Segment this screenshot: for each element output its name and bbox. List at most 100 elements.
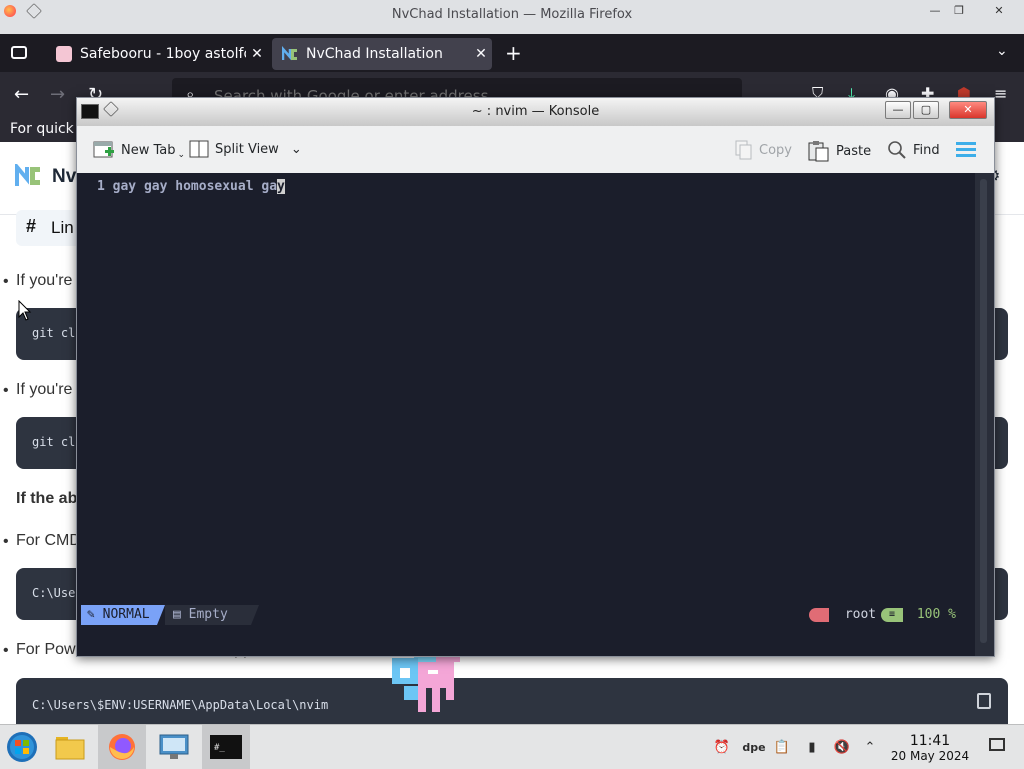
mode-label: NORMAL <box>102 607 150 622</box>
konsole-minimize-button[interactable]: — <box>885 101 911 119</box>
battery-icon[interactable]: ▮ <box>802 737 822 757</box>
buffer-text: gay gay homosexual ga <box>112 179 278 194</box>
editor-line-1[interactable]: 1 gay gay homosexual gay <box>97 179 285 194</box>
code-text: C:\Users\$ENV:USERNAME\AppData\Local\nvi… <box>32 698 329 712</box>
brand-text: Nv <box>52 166 77 187</box>
find-button[interactable]: Find <box>887 140 940 160</box>
bullet-dot: • <box>3 273 9 290</box>
new-tab-label: New Tab <box>121 142 176 158</box>
mouse-cursor-icon <box>18 300 32 321</box>
taskbar: #_ ⏰ dpe 📋 ▮ 🔇 ⌃ 11:41 20 May 2024 <box>0 724 1024 769</box>
terminal-scrollbar[interactable] <box>975 173 994 656</box>
code-text: git cl <box>32 435 76 449</box>
vim-mode-icon: ✎ <box>87 607 95 622</box>
back-arrow-icon[interactable]: ← <box>14 84 29 105</box>
tab-nvchad-label: NvChad Installation <box>306 46 443 62</box>
user-icon <box>809 607 829 622</box>
find-label: Find <box>913 142 940 158</box>
dropdown-chevron-icon: ⌄ <box>177 150 186 160</box>
notifications-bell-icon[interactable]: ⏰ <box>712 737 732 757</box>
user-indicator: root <box>809 605 879 625</box>
bullet-dot: • <box>3 382 9 399</box>
show-desktop-icon[interactable] <box>989 738 1005 751</box>
firefox-minimize-button[interactable]: — <box>924 4 946 18</box>
konsole-titlebar[interactable]: ~ : nvim — Konsole — ▢ ✕ <box>77 98 994 127</box>
konsole-window-title: ~ : nvim — Konsole <box>471 104 600 119</box>
start-menu-button[interactable] <box>2 729 42 765</box>
text-cursor: y <box>277 179 285 194</box>
position-indicator: ≡ 100 % <box>881 605 961 625</box>
tab-safebooru[interactable]: Safebooru - 1boy astolfo ✕ <box>46 38 268 70</box>
clock-date: 20 May 2024 <box>890 749 970 763</box>
new-tab-icon <box>93 141 114 158</box>
magnifier-icon <box>888 141 906 159</box>
bullet-dot: • <box>3 642 9 659</box>
konsole-close-button[interactable]: ✕ <box>949 101 987 119</box>
scrollbar-thumb[interactable] <box>980 179 987 643</box>
code-text: C:\Use <box>32 586 76 600</box>
hamburger-menu-icon[interactable] <box>956 142 976 158</box>
hash-icon: # <box>26 216 37 236</box>
paste-label: Paste <box>836 143 872 159</box>
paste-button[interactable]: Paste <box>808 140 871 162</box>
mode-indicator: ✎ NORMAL <box>81 605 157 625</box>
copy-clipboard-icon[interactable] <box>977 693 991 709</box>
section-heading: Lin <box>51 218 74 237</box>
input-method-icon[interactable]: dpe <box>742 737 766 757</box>
code-block[interactable]: C:\Users\$ENV:USERNAME\AppData\Local\nvi… <box>16 678 1008 724</box>
clock-time: 11:41 <box>909 733 951 749</box>
firefox-maximize-button[interactable]: ❐ <box>948 4 970 18</box>
code-text: git cl <box>32 326 76 340</box>
bold-instruction-text: If the ab <box>16 490 78 507</box>
tab-close-icon[interactable]: ✕ <box>470 46 492 62</box>
bullet-dot: • <box>3 533 9 550</box>
forward-arrow-icon[interactable]: → <box>50 84 65 105</box>
file-name: Empty <box>188 607 228 622</box>
new-tab-button[interactable]: New Tab ⌄ <box>93 140 185 160</box>
new-tab-plus-icon[interactable]: + <box>505 41 522 65</box>
split-view-label: Split View <box>215 141 279 157</box>
file-icon: ▤ <box>173 607 181 622</box>
konsole-window[interactable]: ~ : nvim — Konsole — ▢ ✕ New Tab ⌄ Split… <box>76 97 995 657</box>
tab-nvchad-installation[interactable]: NvChad Installation ✕ <box>272 38 492 70</box>
terminal-area[interactable]: 1 gay gay homosexual gay ✎ NORMAL ▤ Empt… <box>77 173 975 656</box>
konsole-toolbar: New Tab ⌄ Split View ⌄ Copy Paste Find <box>77 126 994 174</box>
instruction-text: If you're <box>16 272 73 289</box>
copy-button[interactable]: Copy <box>735 140 792 160</box>
start-orb-icon <box>7 732 37 762</box>
instruction-text: For CMD <box>16 532 81 549</box>
split-view-icon <box>189 140 209 158</box>
bookmarks-hint-text: For quick <box>10 121 74 137</box>
firefox-close-button[interactable]: ✕ <box>988 4 1010 18</box>
folder-icon <box>55 737 85 760</box>
firefox-icon <box>109 734 135 760</box>
safebooru-favicon <box>56 46 72 62</box>
instruction-text: If you're <box>16 381 73 398</box>
tray-expand-chevron-icon[interactable]: ⌃ <box>860 737 880 757</box>
split-view-button[interactable]: Split View ⌄ <box>189 140 302 158</box>
terminal-icon: #_ <box>210 735 242 759</box>
file-manager-button[interactable] <box>50 729 90 765</box>
copy-icon <box>735 140 752 160</box>
nvchad-logo-icon[interactable] <box>15 161 41 193</box>
volume-muted-icon[interactable]: 🔇 <box>832 737 852 757</box>
svg-text:#_: #_ <box>214 743 225 753</box>
konsole-taskbar-button[interactable]: #_ <box>202 725 250 769</box>
tab-close-icon[interactable]: ✕ <box>246 46 268 62</box>
user-name: root <box>844 607 877 622</box>
system-settings-button[interactable] <box>154 729 194 765</box>
firefox-taskbar-button[interactable] <box>98 725 146 769</box>
monitor-settings-icon <box>159 734 189 759</box>
menu-icon[interactable]: ≡ <box>994 84 1007 103</box>
firefox-tabbar: Safebooru - 1boy astolfo ✕ NvChad Instal… <box>0 34 1024 72</box>
firefox-titlebar: NvChad Installation — Mozilla Firefox — … <box>0 0 1024 34</box>
line-number: 1 <box>97 179 105 194</box>
firefox-view-icon[interactable] <box>11 46 27 59</box>
nvchad-favicon <box>281 45 298 62</box>
konsole-maximize-button[interactable]: ▢ <box>913 101 939 119</box>
tab-safebooru-label: Safebooru - 1boy astolfo <box>80 46 246 62</box>
clipboard-icon[interactable]: 📋 <box>772 737 792 757</box>
nvim-statusline: ✎ NORMAL ▤ Empty root ≡ 100 % <box>81 605 965 625</box>
list-all-tabs-chevron-icon[interactable]: ⌄ <box>996 43 1008 59</box>
scroll-percent: 100 % <box>916 607 956 622</box>
